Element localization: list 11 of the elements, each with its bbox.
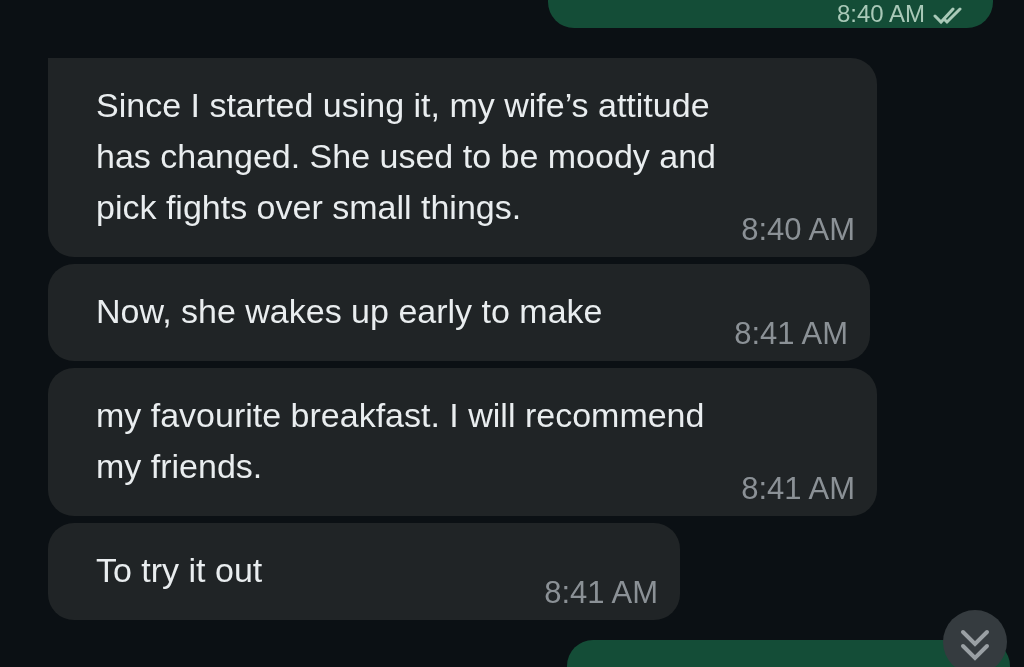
message-time: 8:41 AM — [734, 317, 848, 351]
message-text: my favourite breakfast. I will recommend my friends. — [96, 395, 706, 487]
scroll-down-button[interactable] — [943, 610, 1007, 667]
message-time: 8:40 AM — [741, 213, 855, 247]
message-text: Now, she wakes up early to make — [96, 291, 603, 332]
message-text: Since I started using it, my wife’s attitude has changed. She used to be moody and pick fights over small things. — [96, 85, 718, 228]
message-time: 8:40 AM — [836, 2, 925, 26]
message-time: 8:41 AM — [544, 576, 658, 610]
message-text: To try it out — [96, 550, 263, 591]
message-time: 8:41 AM — [741, 472, 855, 506]
double-chevron-down-icon — [958, 628, 992, 662]
